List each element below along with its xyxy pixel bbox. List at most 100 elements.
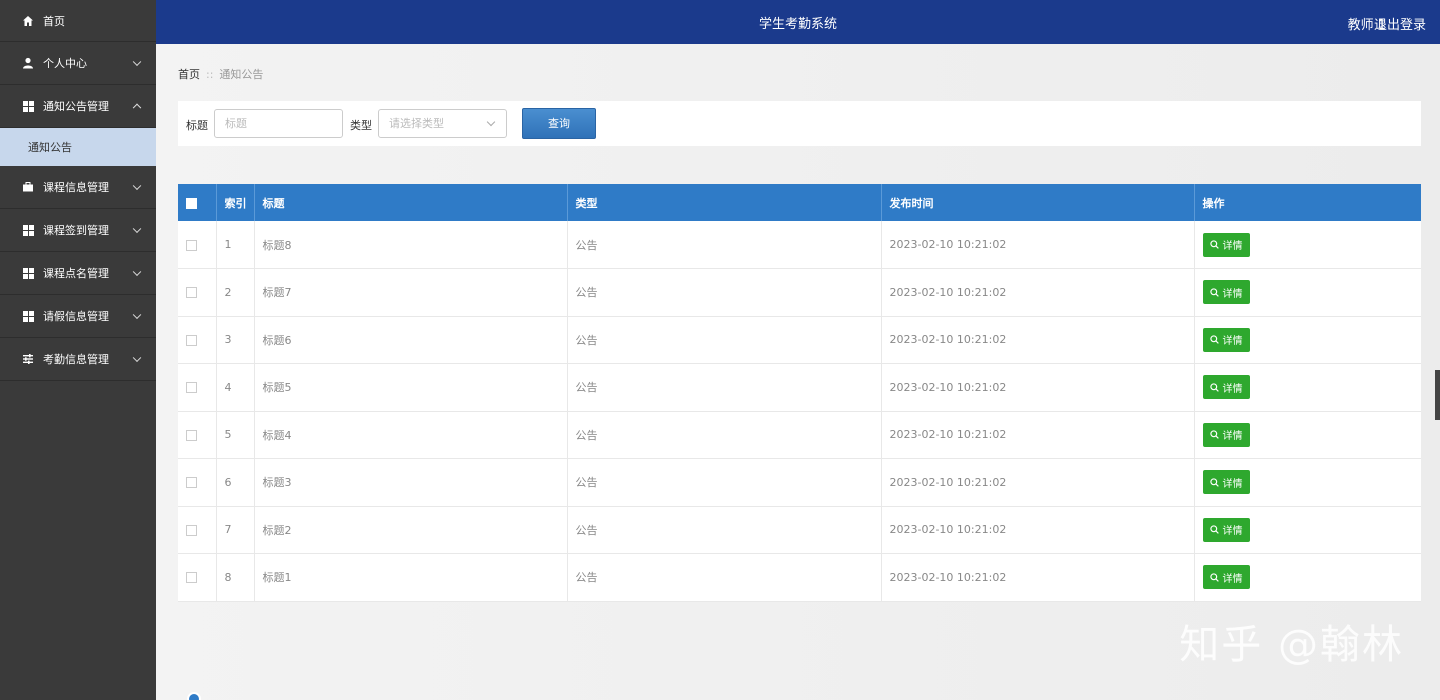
main-content: 首页:: 通知公告 标题 标题 类型 请选择类型 查询 索引 标题 类型 发布时间… xyxy=(156,44,1440,700)
detail-button[interactable]: 详情 xyxy=(1202,280,1250,305)
row-select-cell xyxy=(178,316,217,364)
row-checkbox[interactable] xyxy=(186,334,197,346)
detail-button[interactable]: 详情 xyxy=(1202,517,1250,542)
scrollbar[interactable] xyxy=(1435,370,1440,420)
sidebar-item-label: 考勤信息管理 xyxy=(43,353,109,366)
grid-icon xyxy=(22,267,34,279)
app-title: 学生考勤系统 xyxy=(758,17,837,32)
row-select-cell xyxy=(178,506,217,554)
row-checkbox[interactable] xyxy=(186,287,197,299)
user-icon xyxy=(22,57,34,69)
table-row: 6 标题3 公告 2023-02-10 10:21:02 详情 xyxy=(178,458,1421,507)
row-time: 2023-02-10 10:21:02 xyxy=(881,458,1195,506)
row-time: 2023-02-10 10:21:02 xyxy=(881,268,1195,316)
row-select-cell xyxy=(178,553,217,601)
sidebar-item-leave-info[interactable]: 请假信息管理 xyxy=(0,295,156,338)
table-row: 2 标题7 公告 2023-02-10 10:21:02 详情 xyxy=(178,268,1421,317)
detail-button[interactable]: 详情 xyxy=(1202,375,1250,400)
row-title: 标题3 xyxy=(254,458,568,506)
breadcrumb-home[interactable]: 首页 xyxy=(178,68,200,81)
row-checkbox[interactable] xyxy=(186,572,197,584)
query-button[interactable]: 查询 xyxy=(522,108,596,139)
row-type: 公告 xyxy=(567,221,882,269)
breadcrumb-separator: :: xyxy=(206,68,214,81)
detail-button-label: 详情 xyxy=(1222,573,1243,585)
detail-button[interactable]: 详情 xyxy=(1202,232,1250,257)
sidebar-item-label: 课程点名管理 xyxy=(43,267,109,280)
search-icon xyxy=(1209,335,1219,345)
row-time: 2023-02-10 10:21:02 xyxy=(881,506,1195,554)
grid-icon xyxy=(22,224,34,236)
search-icon xyxy=(1209,288,1219,297)
watermark: 知乎 @翰林 xyxy=(1179,622,1404,668)
detail-button[interactable]: 详情 xyxy=(1202,327,1250,352)
sidebar-item-notice-management[interactable]: 通知公告管理 xyxy=(0,85,156,128)
row-index: 2 xyxy=(216,268,255,316)
sidebar-item-course-info[interactable]: 课程信息管理 xyxy=(0,166,156,209)
sidebar-item-label: 课程签到管理 xyxy=(43,224,109,237)
type-select[interactable]: 请选择类型 xyxy=(378,109,507,138)
floating-dot xyxy=(187,692,201,700)
table-row: 7 标题2 公告 2023-02-10 10:21:02 详情 xyxy=(178,506,1421,554)
notice-table: 索引 标题 类型 发布时间 操作 1 标题8 公告 2023-02-10 10:21:… xyxy=(178,184,1421,602)
breadcrumb: 首页:: 通知公告 xyxy=(178,66,263,82)
detail-button-label: 详情 xyxy=(1222,288,1243,300)
row-time: 2023-02-10 10:21:02 xyxy=(881,316,1195,364)
row-title: 标题4 xyxy=(254,411,568,459)
row-type: 公告 xyxy=(567,458,882,506)
sidebar-item-profile[interactable]: 个人中心 xyxy=(0,42,156,85)
row-time: 2023-02-10 10:21:02 xyxy=(881,411,1195,459)
chevron-down-icon xyxy=(132,267,142,277)
detail-button-label: 详情 xyxy=(1222,383,1243,395)
row-actions: 详情 xyxy=(1194,506,1421,554)
row-index: 3 xyxy=(216,316,255,364)
row-actions: 详情 xyxy=(1194,459,1421,507)
breadcrumb-current: 通知公告 xyxy=(219,68,264,81)
row-checkbox[interactable] xyxy=(186,477,197,489)
search-icon xyxy=(1209,478,1219,487)
sidebar-item-course-rollcall[interactable]: 课程点名管理 xyxy=(0,252,156,295)
sidebar-item-label: 首页 xyxy=(43,14,65,28)
row-checkbox[interactable] xyxy=(186,382,197,394)
row-actions: 详情 xyxy=(1194,411,1421,459)
row-checkbox[interactable] xyxy=(186,239,197,251)
sidebar-item-label: 课程信息管理 xyxy=(43,181,109,194)
row-select-cell xyxy=(178,363,217,411)
table-header-row: 索引 标题 类型 发布时间 操作 xyxy=(178,184,1421,221)
detail-button[interactable]: 详情 xyxy=(1202,422,1250,447)
row-index: 5 xyxy=(216,411,255,459)
row-actions: 详情 xyxy=(1194,221,1421,269)
row-checkbox[interactable] xyxy=(186,429,197,441)
table-row: 3 标题6 公告 2023-02-10 10:21:02 详情 xyxy=(178,316,1421,364)
grid-icon xyxy=(22,310,34,322)
row-actions: 详情 xyxy=(1194,269,1421,317)
chevron-down-icon xyxy=(132,353,142,363)
sidebar-item-attendance-info[interactable]: 考勤信息管理 xyxy=(0,338,156,381)
row-actions: 详情 xyxy=(1194,364,1421,412)
chevron-up-icon xyxy=(132,103,142,113)
detail-button[interactable]: 详情 xyxy=(1202,470,1250,495)
row-select-cell xyxy=(178,411,217,459)
sidebar-item-home[interactable]: 首页 xyxy=(0,0,156,42)
row-type: 公告 xyxy=(567,506,882,554)
row-select-cell xyxy=(178,268,217,316)
row-checkbox[interactable] xyxy=(186,524,197,536)
column-header-title: 标题 xyxy=(254,184,568,221)
row-time: 2023-02-10 10:21:02 xyxy=(881,553,1195,601)
detail-button[interactable]: 详情 xyxy=(1202,565,1250,590)
sidebar-item-course-signin[interactable]: 课程签到管理 xyxy=(0,209,156,252)
logout-link[interactable]: 退出登录 xyxy=(1374,14,1426,33)
title-search-input[interactable]: 标题 xyxy=(214,109,343,138)
select-all-checkbox[interactable] xyxy=(186,197,197,209)
sidebar-subitem-notice[interactable]: 通知公告 xyxy=(0,128,156,166)
row-select-cell xyxy=(178,458,217,506)
chevron-down-icon xyxy=(132,310,142,320)
table-row: 5 标题4 公告 2023-02-10 10:21:02 详情 xyxy=(178,411,1421,459)
row-type: 公告 xyxy=(567,411,882,459)
row-type: 公告 xyxy=(567,553,882,601)
search-icon xyxy=(1209,383,1219,392)
row-title: 标题2 xyxy=(254,506,568,554)
column-header-actions: 操作 xyxy=(1202,196,1225,210)
row-type: 公告 xyxy=(567,268,882,316)
sidebar-item-label: 个人中心 xyxy=(43,57,87,70)
